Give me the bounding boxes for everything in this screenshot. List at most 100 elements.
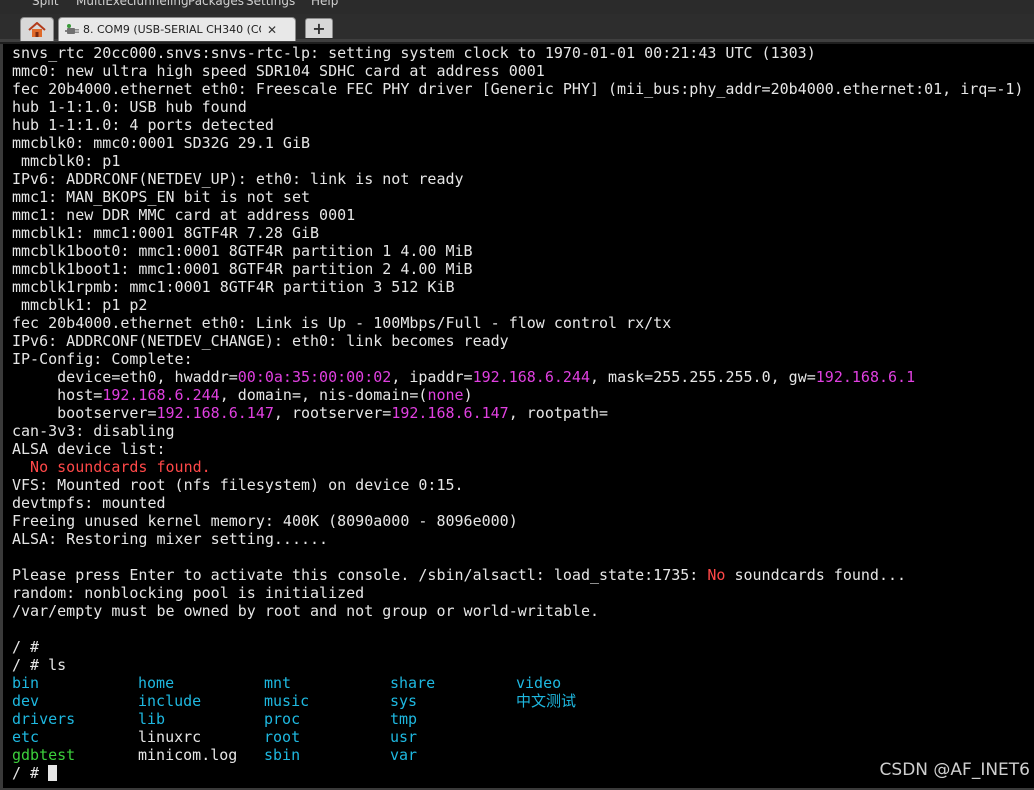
- menu-settings[interactable]: Settings: [246, 0, 295, 8]
- terminal-text: 192.168.6.1: [815, 368, 916, 386]
- terminal-text: , domain=, nis-domain=(: [219, 386, 428, 404]
- terminal-text: mmc1: MAN_BKOPS_EN bit is not set: [12, 188, 311, 206]
- menu-split[interactable]: Split: [32, 0, 59, 8]
- terminal-line: random: nonblocking pool is initialized: [12, 584, 1023, 602]
- ls-entry: drivers: [12, 710, 76, 728]
- terminal-line: devtmpfs: mounted: [12, 494, 1023, 512]
- terminal-text: Please press Enter to activate this cons…: [12, 566, 708, 584]
- ls-entry: usr: [390, 728, 418, 746]
- terminal-line: mmc0: new ultra high speed SDR104 SDHC c…: [12, 62, 1023, 80]
- terminal-text: mmc1: new DDR MMC card at address 0001: [12, 206, 356, 224]
- terminal-text: random: nonblocking pool is initialized: [12, 584, 365, 602]
- terminal-text: , rootpath=: [508, 404, 609, 422]
- serial-plug-icon: [65, 23, 81, 37]
- ls-entry: sbin: [264, 746, 301, 764]
- terminal-line: / # ls: [12, 656, 1023, 674]
- terminal-text: mmcblk1: p1 p2: [12, 296, 148, 314]
- terminal-text: ALSA device list:: [12, 440, 166, 458]
- terminal-text: mmc0: new ultra high speed SDR104 SDHC c…: [12, 62, 545, 80]
- menu-multiexec[interactable]: MultiExec: [76, 0, 134, 8]
- terminal-text: ALSA: Restoring mixer setting......: [12, 530, 329, 548]
- ls-row: gdbtest minicom.log sbin var: [12, 746, 1023, 764]
- terminal-text: devtmpfs: mounted: [12, 494, 166, 512]
- text-cursor: [48, 765, 58, 781]
- terminal-text: 192.168.6.147: [391, 404, 509, 422]
- terminal-text: hub 1-1:1.0: 4 ports detected: [12, 116, 274, 134]
- terminal-line: snvs_rtc 20cc000.snvs:snvs-rtc-lp: setti…: [12, 44, 1023, 62]
- terminal-line: hub 1-1:1.0: 4 ports detected: [12, 116, 1023, 134]
- tab-com9-session[interactable]: 8. COM9 (USB-SERIAL CH340 (COM ✕: [58, 17, 296, 41]
- close-tab-icon[interactable]: ✕: [267, 23, 277, 37]
- ls-row: drivers lib proc tmp: [12, 710, 1023, 728]
- terminal-text: mmcblk1: mmc1:0001 8GTF4R 7.28 GiB: [12, 224, 320, 242]
- terminal-line: IPv6: ADDRCONF(NETDEV_UP): eth0: link is…: [12, 170, 1023, 188]
- terminal-text: VFS: Mounted root (nfs filesystem) on de…: [12, 476, 464, 494]
- prompt-line[interactable]: / #: [12, 764, 1023, 782]
- terminal-line: hub 1-1:1.0: USB hub found: [12, 98, 1023, 116]
- terminal-text: fec 20b4000.ethernet eth0: Freescale FEC…: [12, 80, 1024, 98]
- ls-entry: var: [390, 746, 418, 764]
- menu-help[interactable]: Help: [311, 0, 338, 8]
- terminal-line: host=192.168.6.244, domain=, nis-domain=…: [12, 386, 1023, 404]
- terminal-text: IP-Config: Complete:: [12, 350, 193, 368]
- ls-row: etc linuxrc root usr: [12, 728, 1023, 746]
- terminal-lines: snvs_rtc 20cc000.snvs:snvs-rtc-lp: setti…: [12, 44, 1023, 782]
- terminal-line: Please press Enter to activate this cons…: [12, 566, 1023, 584]
- terminal-text: bootserver=: [12, 404, 157, 422]
- home-tab[interactable]: [20, 17, 54, 41]
- terminal-line: No soundcards found.: [12, 458, 1023, 476]
- terminal-line: VFS: Mounted root (nfs filesystem) on de…: [12, 476, 1023, 494]
- terminal-text: mmcblk0: p1: [12, 152, 121, 170]
- ls-entry: 中文测试: [516, 692, 577, 710]
- terminal-text: , mask=255.255.255.0, gw=: [590, 368, 816, 386]
- ls-entry: tmp: [390, 710, 418, 728]
- ls-entry: music: [264, 692, 310, 710]
- ls-entry: gdbtest: [12, 746, 76, 764]
- terminal-text: none: [427, 386, 464, 404]
- terminal-text: 192.168.6.147: [156, 404, 274, 422]
- terminal-text: ): [463, 386, 473, 404]
- terminal-text: IPv6: ADDRCONF(NETDEV_CHANGE): eth0: lin…: [12, 332, 509, 350]
- terminal-text: No: [707, 566, 726, 584]
- ls-entry: bin: [12, 674, 40, 692]
- terminal-text: IPv6: ADDRCONF(NETDEV_UP): eth0: link is…: [12, 170, 464, 188]
- terminal-text: /var/empty must be owned by root and not…: [12, 602, 599, 620]
- terminal-text: , ipaddr=: [391, 368, 473, 386]
- terminal-line: mmcblk0: mmc0:0001 SD32G 29.1 GiB: [12, 134, 1023, 152]
- terminal-text: 00:0a:35:00:00:02: [237, 368, 392, 386]
- ls-row: dev include music sys 中文测试: [12, 692, 1023, 710]
- terminal-line: can-3v3: disabling: [12, 422, 1023, 440]
- ls-entry: root: [264, 728, 301, 746]
- menu-packages[interactable]: Packages: [188, 0, 244, 8]
- tab-title: 8. COM9 (USB-SERIAL CH340 (COM: [83, 23, 261, 36]
- terminal-text: / # ls: [12, 656, 67, 674]
- terminal-line: mmcblk1: p1 p2: [12, 296, 1023, 314]
- terminal-text: Freeing unused kernel memory: 400K (8090…: [12, 512, 518, 530]
- terminal-text: mmcblk1rpmb: mmc1:0001 8GTF4R partition …: [12, 278, 455, 296]
- terminal-line: mmcblk0: p1: [12, 152, 1023, 170]
- terminal-text: 192.168.6.244: [102, 386, 220, 404]
- shell-prompt: / #: [12, 764, 49, 782]
- terminal-text: host=: [12, 386, 103, 404]
- add-tab-button[interactable]: +: [305, 18, 333, 38]
- ls-entry: proc: [264, 710, 301, 728]
- terminal-line: IPv6: ADDRCONF(NETDEV_CHANGE): eth0: lin…: [12, 332, 1023, 350]
- terminal-line: mmcblk1rpmb: mmc1:0001 8GTF4R partition …: [12, 278, 1023, 296]
- terminal-text: device=eth0, hwaddr=: [12, 368, 238, 386]
- terminal-line: fec 20b4000.ethernet eth0: Freescale FEC…: [12, 80, 1023, 98]
- ls-row: bin home mnt share video: [12, 674, 1023, 692]
- terminal-text: snvs_rtc 20cc000.snvs:snvs-rtc-lp: setti…: [12, 44, 816, 62]
- terminal-line: Freeing unused kernel memory: 400K (8090…: [12, 512, 1023, 530]
- home-icon: [28, 21, 46, 37]
- terminal-line: mmc1: MAN_BKOPS_EN bit is not set: [12, 188, 1023, 206]
- menu-tunneling[interactable]: Tunneling: [131, 0, 189, 8]
- terminal-line: device=eth0, hwaddr=00:0a:35:00:00:02, i…: [12, 368, 1023, 386]
- terminal-output[interactable]: snvs_rtc 20cc000.snvs:snvs-rtc-lp: setti…: [0, 44, 1034, 788]
- terminal-text: mmcblk1boot0: mmc1:0001 8GTF4R partition…: [12, 242, 473, 260]
- terminal-line: mmcblk1boot1: mmc1:0001 8GTF4R partition…: [12, 260, 1023, 278]
- terminal-line: bootserver=192.168.6.147, rootserver=192…: [12, 404, 1023, 422]
- ls-entry: sys: [390, 692, 418, 710]
- terminal-text: No soundcards found.: [12, 458, 211, 476]
